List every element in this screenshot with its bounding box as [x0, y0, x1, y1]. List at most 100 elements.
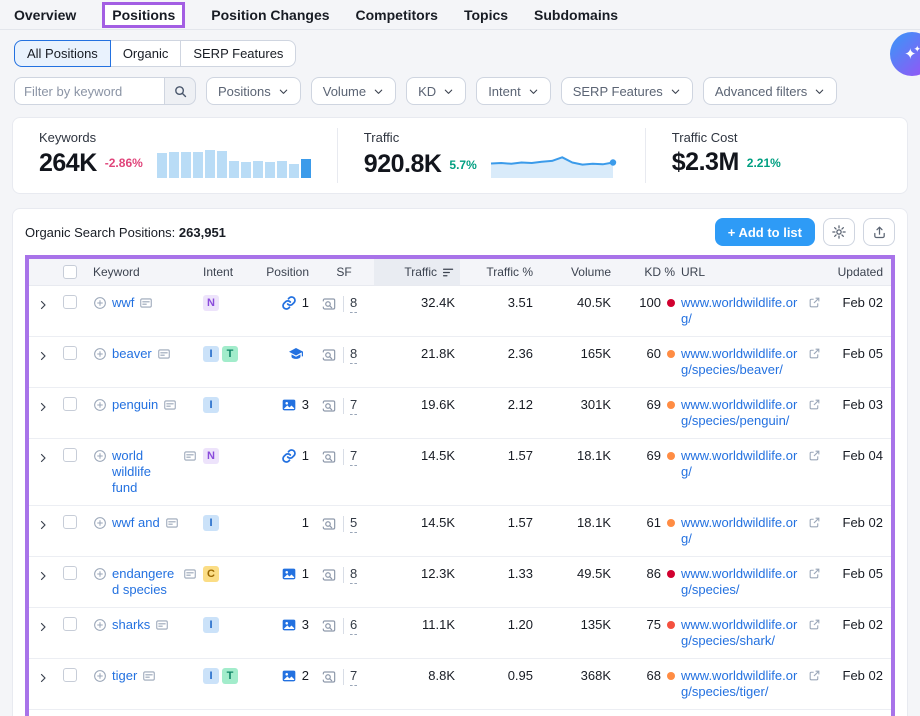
graduation-cap-icon[interactable] [288, 346, 304, 362]
col-updated[interactable]: Updated [827, 259, 883, 285]
nav-subdomains[interactable]: Subdomains [534, 7, 618, 23]
serp-features-count[interactable]: 8 [350, 566, 357, 584]
serp-preview-icon[interactable] [321, 618, 337, 634]
col-keyword[interactable]: Keyword [93, 259, 197, 285]
snippet-card-icon[interactable] [183, 567, 197, 581]
serp-preview-icon[interactable] [321, 296, 337, 312]
filter-serp-features[interactable]: SERP Features [561, 77, 693, 105]
link-icon[interactable] [281, 448, 297, 464]
snippet-card-icon[interactable] [157, 347, 171, 361]
filter-kd[interactable]: KD [406, 77, 466, 105]
add-keyword-icon[interactable] [93, 296, 107, 310]
add-keyword-icon[interactable] [93, 449, 107, 463]
external-link-icon[interactable] [808, 567, 821, 580]
nav-overview[interactable]: Overview [14, 7, 76, 23]
url-link[interactable]: www.worldwildlife.org/species/shark/ [681, 617, 797, 648]
col-traffic[interactable]: Traffic [374, 259, 460, 285]
url-link[interactable]: www.worldwildlife.org/species/penguin/ [681, 397, 797, 428]
row-checkbox[interactable] [63, 346, 77, 360]
nav-competitors[interactable]: Competitors [356, 7, 438, 23]
filter-advanced[interactable]: Advanced filters [703, 77, 838, 105]
snippet-card-icon[interactable] [155, 618, 169, 632]
row-checkbox[interactable] [63, 668, 77, 682]
export-button[interactable] [863, 218, 895, 246]
expand-row-button[interactable] [37, 617, 57, 634]
serp-preview-icon[interactable] [321, 516, 337, 532]
nav-position-changes[interactable]: Position Changes [211, 7, 329, 23]
add-keyword-icon[interactable] [93, 669, 107, 683]
serp-features-count[interactable]: 5 [350, 515, 357, 533]
image-pack-icon[interactable] [281, 397, 297, 413]
keyword-filter-input[interactable] [14, 77, 164, 105]
url-link[interactable]: www.worldwildlife.org/ [681, 448, 797, 479]
serp-features-count[interactable]: 8 [350, 295, 357, 313]
serp-features-count[interactable]: 8 [350, 346, 357, 364]
row-checkbox[interactable] [63, 295, 77, 309]
url-link[interactable]: www.worldwildlife.org/species/beaver/ [681, 346, 797, 377]
keyword-link[interactable]: world wildlife fund [112, 448, 178, 496]
expand-row-button[interactable] [37, 515, 57, 532]
expand-row-button[interactable] [37, 566, 57, 583]
external-link-icon[interactable] [808, 296, 821, 309]
tab-all-positions[interactable]: All Positions [14, 40, 111, 67]
url-link[interactable]: www.worldwildlife.org/ [681, 295, 797, 326]
expand-row-button[interactable] [37, 346, 57, 363]
external-link-icon[interactable] [808, 347, 821, 360]
add-keyword-icon[interactable] [93, 398, 107, 412]
external-link-icon[interactable] [808, 516, 821, 529]
col-position[interactable]: Position [255, 259, 309, 285]
keyword-link[interactable]: tiger [112, 668, 137, 684]
add-keyword-icon[interactable] [93, 516, 107, 530]
tab-organic[interactable]: Organic [110, 40, 182, 67]
serp-features-count[interactable]: 7 [350, 397, 357, 415]
serp-features-count[interactable]: 6 [350, 617, 357, 635]
col-sf[interactable]: SF [315, 259, 373, 285]
serp-features-count[interactable]: 7 [350, 668, 357, 686]
row-checkbox[interactable] [63, 617, 77, 631]
keyword-link[interactable]: penguin [112, 397, 158, 413]
nav-positions[interactable]: Positions [102, 2, 185, 28]
filter-intent[interactable]: Intent [476, 77, 551, 105]
expand-row-button[interactable] [37, 668, 57, 685]
filter-volume[interactable]: Volume [311, 77, 396, 105]
external-link-icon[interactable] [808, 669, 821, 682]
snippet-card-icon[interactable] [163, 398, 177, 412]
serp-preview-icon[interactable] [321, 567, 337, 583]
nav-topics[interactable]: Topics [464, 7, 508, 23]
url-link[interactable]: www.worldwildlife.org/ [681, 515, 797, 546]
image-pack-icon[interactable] [281, 668, 297, 684]
keyword-link[interactable]: wwf [112, 295, 134, 311]
url-link[interactable]: www.worldwildlife.org/species/ [681, 566, 797, 597]
expand-row-button[interactable] [37, 295, 57, 312]
external-link-icon[interactable] [808, 618, 821, 631]
add-keyword-icon[interactable] [93, 347, 107, 361]
serp-preview-icon[interactable] [321, 398, 337, 414]
add-keyword-icon[interactable] [93, 567, 107, 581]
table-settings-button[interactable] [823, 218, 855, 246]
col-kd[interactable]: KD % [617, 259, 675, 285]
col-volume[interactable]: Volume [539, 259, 611, 285]
row-checkbox[interactable] [63, 566, 77, 580]
keyword-link[interactable]: wwf and [112, 515, 160, 531]
col-url[interactable]: URL [681, 259, 821, 285]
serp-preview-icon[interactable] [321, 347, 337, 363]
col-intent[interactable]: Intent [203, 259, 249, 285]
expand-row-button[interactable] [37, 397, 57, 414]
keyword-link[interactable]: sharks [112, 617, 150, 633]
add-to-list-button[interactable]: + Add to list [715, 218, 815, 246]
serp-preview-icon[interactable] [321, 449, 337, 465]
row-checkbox[interactable] [63, 397, 77, 411]
search-button[interactable] [164, 77, 196, 105]
snippet-card-icon[interactable] [183, 449, 197, 463]
keyword-link[interactable]: beaver [112, 346, 152, 362]
col-traffic-pct[interactable]: Traffic % [461, 259, 533, 285]
snippet-card-icon[interactable] [139, 296, 153, 310]
external-link-icon[interactable] [808, 449, 821, 462]
url-link[interactable]: www.worldwildlife.org/species/tiger/ [681, 668, 797, 699]
snippet-card-icon[interactable] [165, 516, 179, 530]
row-checkbox[interactable] [63, 515, 77, 529]
expand-row-button[interactable] [37, 448, 57, 465]
tab-serp-features[interactable]: SERP Features [180, 40, 296, 67]
filter-positions[interactable]: Positions [206, 77, 301, 105]
add-keyword-icon[interactable] [93, 618, 107, 632]
